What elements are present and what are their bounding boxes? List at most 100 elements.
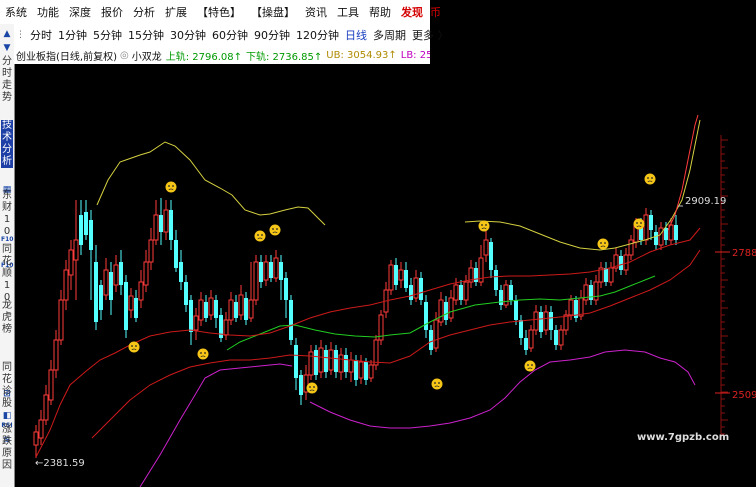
high-price-annotation: 2909.19 bbox=[685, 196, 726, 207]
candle-23 bbox=[148, 228, 154, 270]
candle-0 bbox=[33, 425, 39, 458]
candle-79 bbox=[429, 325, 433, 355]
candle-53 bbox=[299, 370, 303, 405]
candle-50 bbox=[284, 272, 288, 318]
candle-3 bbox=[48, 360, 54, 405]
top-menu-bar: 系统 功能 深度 报价 分析 扩展 【特色】 【操盘】 资讯 工具 帮助 发现币 bbox=[0, 0, 441, 25]
menu-item-2[interactable]: 深度 bbox=[64, 4, 96, 20]
candle-90 bbox=[483, 230, 489, 262]
period-tab-0[interactable]: 分时 bbox=[27, 27, 55, 43]
menu-item-4[interactable]: 分析 bbox=[128, 4, 160, 20]
candle-106 bbox=[563, 310, 569, 335]
candle-55 bbox=[308, 345, 314, 380]
period-tab-6[interactable]: 90分钟 bbox=[251, 27, 293, 43]
menu-item-discover[interactable]: 发现 bbox=[396, 4, 428, 20]
menu-item-1[interactable]: 功能 bbox=[32, 4, 64, 20]
candle-51 bbox=[289, 295, 293, 345]
candle-117 bbox=[619, 250, 623, 275]
menu-item-9[interactable]: 工具 bbox=[332, 4, 364, 20]
candle-9 bbox=[79, 200, 83, 255]
period-tab-9[interactable]: 多周期 bbox=[370, 27, 409, 43]
menu-item-cut[interactable]: 币 bbox=[428, 4, 443, 20]
candle-45 bbox=[259, 255, 263, 288]
menu-item-5[interactable]: 扩展 bbox=[160, 4, 192, 20]
period-tab-4[interactable]: 30分钟 bbox=[167, 27, 209, 43]
period-tab-5[interactable]: 60分钟 bbox=[209, 27, 251, 43]
candle-7 bbox=[68, 240, 74, 290]
candle-27 bbox=[169, 200, 173, 250]
candle-126 bbox=[664, 222, 668, 245]
candle-24 bbox=[153, 200, 159, 245]
candle-101 bbox=[539, 306, 543, 338]
red-surge-line bbox=[667, 114, 699, 231]
candle-103 bbox=[549, 306, 553, 340]
period-tab-3[interactable]: 15分钟 bbox=[125, 27, 167, 43]
candle-87 bbox=[468, 260, 474, 288]
kline-chart-area[interactable]: 2788 2509 2909.19 ←2381.59 www.7gpzb.com bbox=[14, 0, 756, 487]
sidebar-tab-4[interactable]: 龙虎榜 bbox=[1, 300, 13, 336]
emoji-face-icon bbox=[254, 230, 266, 242]
candle-57 bbox=[318, 340, 324, 378]
sidebar-tab-2[interactable]: 东财10 bbox=[1, 190, 13, 238]
candle-108 bbox=[574, 296, 578, 322]
indicator-name[interactable]: 小双龙 bbox=[130, 48, 164, 63]
candle-46 bbox=[263, 255, 269, 286]
menu-item-8[interactable]: 资讯 bbox=[300, 4, 332, 20]
candle-30 bbox=[184, 275, 188, 312]
sidebar-tab-6[interactable]: 涨跌原因 bbox=[1, 424, 13, 472]
candle-63 bbox=[348, 352, 354, 382]
watermark-text: www.7gpzb.com bbox=[637, 432, 729, 443]
menu-item-3[interactable]: 报价 bbox=[96, 4, 128, 20]
menu-item-7[interactable]: 【操盘】 bbox=[246, 4, 300, 20]
period-tab-10[interactable]: 更多 〉 bbox=[409, 27, 452, 43]
candle-1 bbox=[38, 410, 44, 445]
candle-15 bbox=[109, 262, 113, 315]
candle-83 bbox=[448, 290, 454, 322]
sidebar-tool-icon-0[interactable]: ▲ bbox=[1, 28, 13, 40]
candle-98 bbox=[524, 330, 528, 355]
period-tab-1[interactable]: 1分钟 bbox=[55, 27, 90, 43]
candle-21 bbox=[138, 270, 144, 308]
candle-38 bbox=[223, 312, 229, 340]
instrument-name[interactable]: 创业板指(日线,前复权) bbox=[14, 48, 119, 63]
candle-128 bbox=[674, 215, 678, 245]
candle-48 bbox=[273, 250, 279, 282]
candle-47 bbox=[269, 255, 273, 282]
candle-82 bbox=[444, 296, 448, 325]
period-tab-7[interactable]: 120分钟 bbox=[293, 27, 342, 43]
low-price-annotation: ←2381.59 bbox=[35, 458, 85, 469]
sidebar-tab-0[interactable]: 分时走势 bbox=[1, 56, 13, 104]
emoji-face-icon bbox=[524, 360, 536, 372]
upper-track-value: 上轨: 2796.08↑ bbox=[165, 51, 242, 63]
candle-34 bbox=[204, 295, 208, 322]
period-tab-8[interactable]: 日线 bbox=[342, 27, 370, 43]
candle-91 bbox=[489, 238, 493, 278]
sidebar-tool-icon-1[interactable]: ▼ bbox=[1, 42, 13, 54]
candle-40 bbox=[234, 295, 238, 322]
sidebar-tab-3[interactable]: 同花顺10 bbox=[1, 244, 13, 304]
period-tab-2[interactable]: 5分钟 bbox=[90, 27, 125, 43]
candle-5 bbox=[58, 290, 64, 345]
toolbar-grip-icon: ⋮ bbox=[16, 30, 25, 40]
candle-56 bbox=[314, 345, 318, 380]
indicator-gear-icon[interactable]: ◎ bbox=[119, 50, 130, 61]
candle-123 bbox=[649, 210, 653, 240]
candle-119 bbox=[628, 235, 634, 260]
candle-104 bbox=[554, 325, 558, 350]
sidebar-tab-5[interactable]: 同花诊股 bbox=[1, 362, 13, 410]
candle-6 bbox=[63, 260, 69, 310]
candle-44 bbox=[253, 255, 259, 305]
candle-67 bbox=[368, 360, 374, 382]
candle-72 bbox=[394, 258, 398, 290]
candle-78 bbox=[424, 295, 428, 338]
sidebar-tab-1[interactable]: 技术分析 bbox=[1, 120, 13, 168]
menu-item-10[interactable]: 帮助 bbox=[364, 4, 396, 20]
candle-88 bbox=[474, 262, 478, 286]
menu-item-0[interactable]: 系统 bbox=[0, 4, 32, 20]
candle-16 bbox=[113, 255, 119, 292]
yellow-upper-band-1 bbox=[96, 141, 326, 226]
menu-item-6[interactable]: 【特色】 bbox=[192, 4, 246, 20]
candle-54 bbox=[303, 365, 309, 400]
candle-64 bbox=[354, 355, 358, 386]
candle-73 bbox=[398, 262, 404, 288]
